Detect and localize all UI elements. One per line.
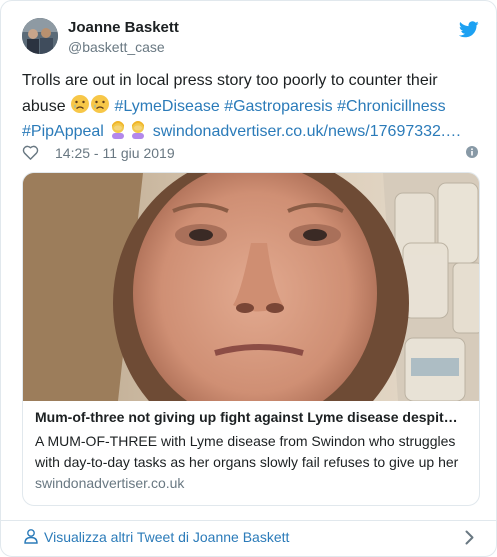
avatar[interactable] [22,18,58,54]
user-handle[interactable]: @baskett_case [68,39,165,55]
view-more-tweets-button[interactable]: Visualizza altri Tweet di Joanne Baskett [1,521,496,556]
timestamp[interactable]: 14:25 - 11 giu 2019 [55,145,175,161]
url-link[interactable]: swindonadvertiser.co.uk/news/17697332.… [153,123,462,140]
link-card-title[interactable]: Mum-of-three not giving up fight against… [35,409,465,425]
article-photo [23,173,479,401]
hashtag-link[interactable]: #Chronicillness [337,98,446,115]
person-icon [24,529,38,544]
link-card-domain: swindonadvertiser.co.uk [35,475,185,491]
user-name[interactable]: Joanne Baskett [68,19,179,36]
woman-facepalming-emoji [132,121,145,139]
embedded-tweet: Joanne Baskett @baskett_case Trolls are … [0,0,497,557]
hashtag-link[interactable]: #Gastroparesis [224,98,333,115]
twitter-bird-icon[interactable] [459,21,479,38]
hashtag-link[interactable]: #PipAppeal [22,123,104,140]
crying-face-emoji [91,94,110,113]
view-more-tweets-label[interactable]: Visualizza altri Tweet di Joanne Baskett [44,529,289,545]
link-preview-card[interactable]: Mum-of-three not giving up fight against… [22,172,480,506]
hashtag-link[interactable]: #LymeDisease [115,98,220,115]
chevron-right-icon[interactable] [465,530,474,545]
tweet-meta: 14:25 - 11 giu 2019 [22,144,478,162]
crying-face-emoji [71,94,90,113]
link-card-description: A MUM-OF-THREE with Lyme disease from Sw… [35,433,459,470]
woman-facepalming-emoji [112,121,125,139]
tweet-text: Trolls are out in local press story too … [22,69,482,145]
info-icon[interactable] [466,146,478,158]
heart-icon[interactable] [22,144,39,160]
